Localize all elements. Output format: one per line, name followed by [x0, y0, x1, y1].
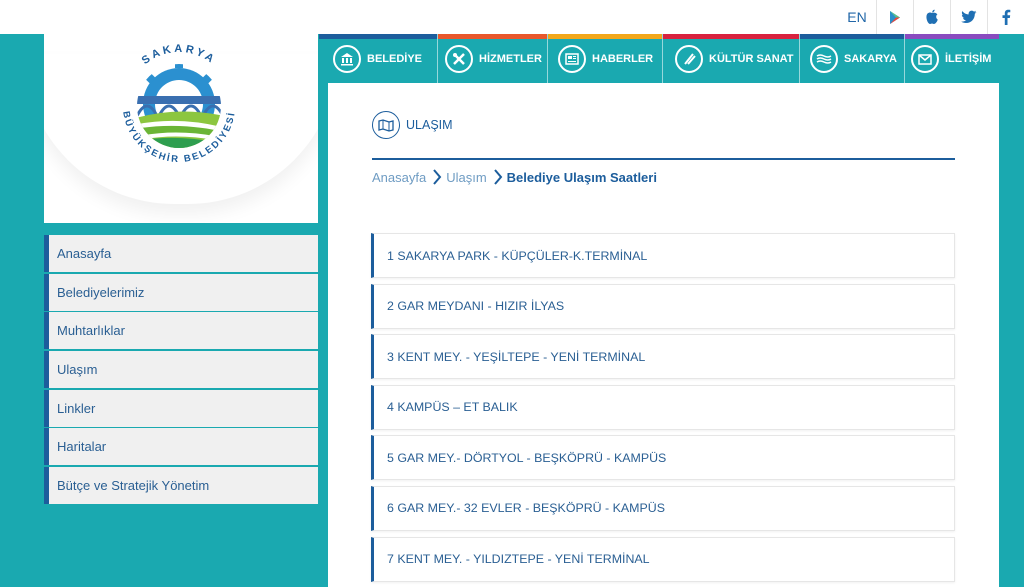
tab-iletisim[interactable]: İLETİŞİM [905, 34, 999, 83]
main-nav: BELEDİYE HİZMETLER HABERLER KÜLTÜR SANAT… [319, 34, 999, 83]
divider [372, 158, 955, 160]
sidebar-menu: Anasayfa Belediyelerimiz Muhtarlıklar Ul… [44, 235, 318, 506]
sidebar-item-belediyelerimiz[interactable]: Belediyelerimiz [44, 273, 318, 311]
building-icon [333, 44, 361, 73]
tab-label: SAKARYA [844, 52, 897, 65]
list-item[interactable]: 1 SAKARYA PARK - KÜPÇÜLER-K.TERMİNAL [371, 233, 955, 278]
list-item[interactable]: 5 GAR MEY.- DÖRTYOL - BEŞKÖPRÜ - KAMPÜS [371, 435, 955, 481]
breadcrumb-ulasim[interactable]: Ulaşım [446, 170, 486, 185]
tab-belediye[interactable]: BELEDİYE [319, 34, 438, 83]
tab-label: KÜLTÜR SANAT [709, 52, 794, 65]
tab-label: BELEDİYE [367, 52, 423, 65]
brush-icon [675, 44, 703, 73]
list-item[interactable]: 6 GAR MEY.- 32 EVLER - BEŞKÖPRÜ - KAMPÜS [371, 485, 955, 531]
waves-icon [810, 44, 838, 73]
breadcrumb: Anasayfa Ulaşım Belediye Ulaşım Saatleri [372, 169, 657, 185]
chevron-right-icon [432, 169, 442, 185]
list-item[interactable]: 7 KENT MEY. - YILDIZTEPE - YENİ TERMİNAL [371, 536, 955, 582]
newspaper-icon [558, 44, 586, 73]
tab-hizmetler[interactable]: HİZMETLER [438, 34, 548, 83]
tab-sakarya[interactable]: SAKARYA [800, 34, 905, 83]
tab-stripe [905, 34, 999, 39]
list-item[interactable]: 3 KENT MEY. - YEŞİLTEPE - YENİ TERMİNAL [371, 334, 955, 380]
list-item[interactable]: 2 GAR MEYDANI - HIZIR İLYAS [371, 283, 955, 329]
sidebar-item-muhtarliklar[interactable]: Muhtarlıklar [44, 312, 318, 350]
apple-icon[interactable] [913, 0, 950, 34]
tab-label: HABERLER [592, 52, 654, 65]
sidebar-item-anasayfa[interactable]: Anasayfa [44, 235, 318, 272]
map-icon [372, 111, 400, 139]
sakarya-logo[interactable]: SAKARYA 2000 BÜYÜKŞEHİR BELEDİYESİ [109, 34, 249, 169]
logo-year: 2000 [171, 85, 187, 92]
breadcrumb-home[interactable]: Anasayfa [372, 170, 426, 185]
tab-label: HİZMETLER [479, 52, 542, 65]
section-title: ULAŞIM [406, 118, 453, 132]
tab-stripe [319, 34, 437, 39]
top-tools: EN [838, 0, 1024, 34]
tab-stripe [548, 34, 662, 39]
list-item[interactable]: 4 KAMPÜS – ET BALIK [371, 384, 955, 430]
tools-icon [445, 44, 473, 73]
bus-line-list: 1 SAKARYA PARK - KÜPÇÜLER-K.TERMİNAL 2 G… [371, 233, 955, 587]
sidebar-item-haritalar[interactable]: Haritalar [44, 428, 318, 466]
tab-stripe [800, 34, 904, 39]
chevron-right-icon [493, 169, 503, 185]
sidebar-item-linkler[interactable]: Linkler [44, 389, 318, 427]
sidebar-item-ulasim[interactable]: Ulaşım [44, 351, 318, 389]
top-bar: EN [0, 0, 1024, 34]
tab-haberler[interactable]: HABERLER [548, 34, 663, 83]
tab-kultur-sanat[interactable]: KÜLTÜR SANAT [663, 34, 800, 83]
mail-icon [911, 44, 939, 73]
facebook-icon[interactable] [987, 0, 1024, 34]
tab-label: İLETİŞİM [945, 52, 992, 65]
google-play-icon[interactable] [876, 0, 913, 34]
logo-panel: SAKARYA 2000 BÜYÜKŞEHİR BELEDİYESİ [44, 34, 318, 223]
breadcrumb-current: Belediye Ulaşım Saatleri [506, 169, 657, 185]
language-switch[interactable]: EN [838, 0, 876, 34]
section-header: ULAŞIM [372, 111, 453, 139]
main-content: ULAŞIM Anasayfa Ulaşım Belediye Ulaşım S… [328, 83, 999, 587]
twitter-icon[interactable] [950, 0, 987, 34]
sidebar-item-butce[interactable]: Bütçe ve Stratejik Yönetim [44, 467, 318, 505]
tab-stripe [663, 34, 799, 39]
tab-stripe [438, 34, 547, 39]
